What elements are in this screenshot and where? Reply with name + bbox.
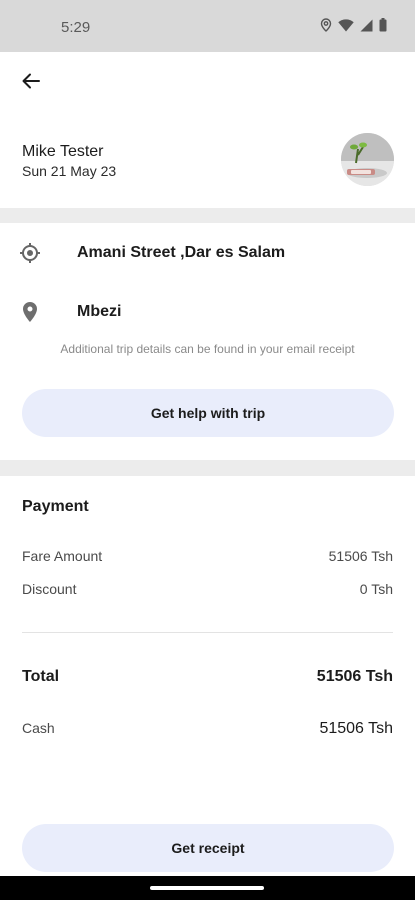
fare-row: Fare Amount 51506 Tsh	[22, 548, 393, 564]
cash-label: Cash	[22, 720, 55, 736]
total-label: Total	[22, 668, 60, 685]
payment-section: Payment Fare Amount 51506 Tsh Discount 0…	[0, 476, 415, 876]
section-divider	[0, 208, 415, 223]
trip-locations: Amani Street ,Dar es Salam Mbezi Additio…	[0, 223, 415, 460]
status-time: 5:29	[61, 19, 91, 36]
status-bar: 5:29	[0, 0, 415, 52]
wifi-icon	[338, 18, 354, 37]
payment-divider	[22, 632, 393, 633]
trip-header: Mike Tester Sun 21 May 23	[0, 112, 415, 208]
crosshair-location-icon	[18, 241, 42, 265]
arrow-left-icon[interactable]	[21, 71, 41, 96]
system-nav-bar	[0, 876, 415, 900]
cash-value: 51506 Tsh	[319, 720, 393, 737]
fare-value: 51506 Tsh	[328, 548, 393, 564]
dropoff-address: Mbezi	[77, 303, 122, 320]
avatar	[341, 133, 394, 186]
payment-title: Payment	[22, 498, 89, 515]
pickup-address: Amani Street ,Dar es Salam	[77, 244, 286, 261]
driver-name: Mike Tester	[22, 143, 104, 160]
section-divider	[0, 460, 415, 476]
cash-row: Cash 51506 Tsh	[22, 720, 393, 738]
app-bar	[0, 52, 415, 112]
pickup-row: Amani Street ,Dar es Salam	[0, 233, 415, 273]
discount-row: Discount 0 Tsh	[22, 581, 393, 597]
discount-label: Discount	[22, 581, 77, 597]
trip-date: Sun 21 May 23	[22, 163, 117, 179]
email-receipt-note: Additional trip details can be found in …	[60, 342, 355, 356]
map-pin-icon	[18, 300, 42, 324]
total-value: 51506 Tsh	[316, 668, 393, 685]
battery-icon	[379, 18, 387, 37]
discount-value: 0 Tsh	[359, 581, 393, 597]
total-row: Total 51506 Tsh	[22, 668, 393, 686]
location-icon	[320, 18, 332, 37]
get-receipt-button[interactable]: Get receipt	[22, 824, 394, 872]
signal-icon	[360, 19, 373, 37]
fare-label: Fare Amount	[22, 548, 103, 564]
back-button[interactable]	[14, 66, 48, 100]
get-help-button[interactable]: Get help with trip	[22, 389, 394, 437]
dropoff-row: Mbezi	[0, 292, 415, 332]
home-indicator[interactable]	[150, 886, 264, 890]
status-icons	[320, 18, 387, 37]
